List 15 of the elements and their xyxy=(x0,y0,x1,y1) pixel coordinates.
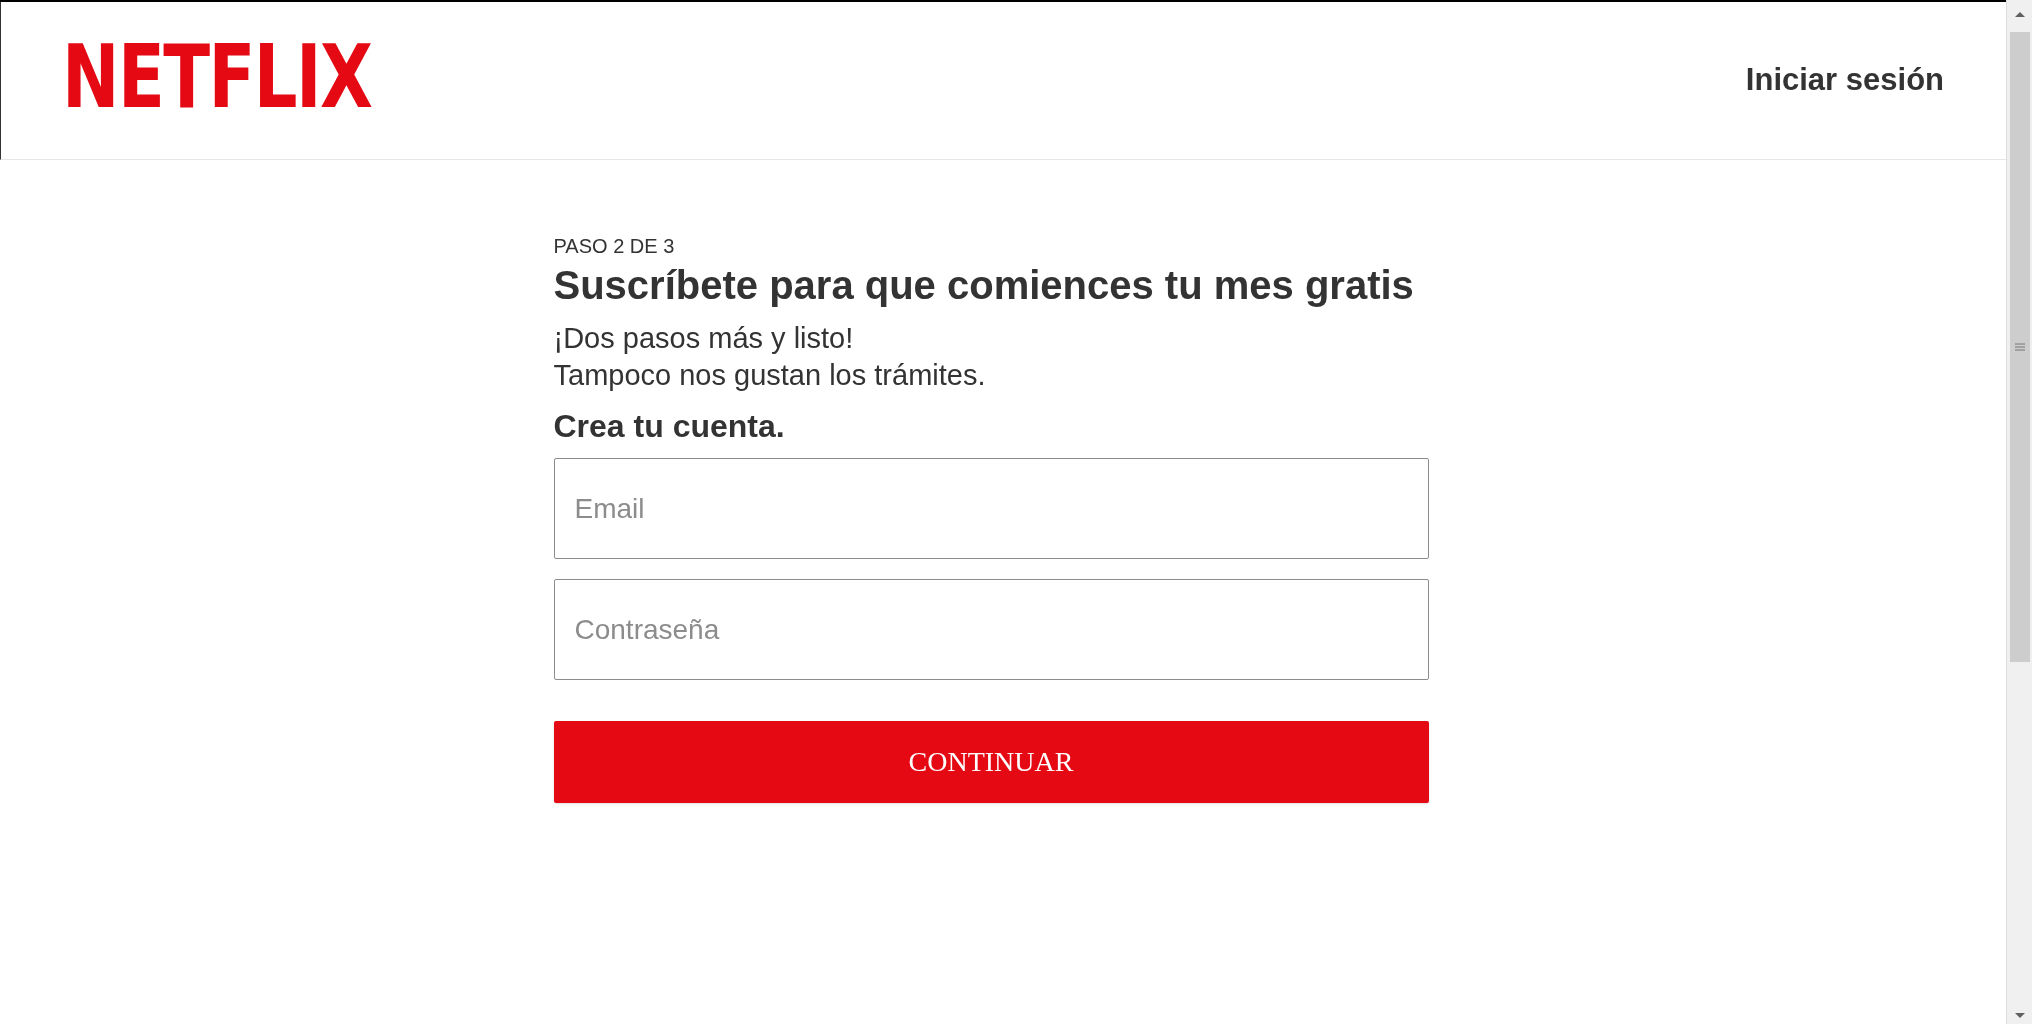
scrollbar-thumb[interactable] xyxy=(2009,32,2030,662)
continue-button[interactable]: CONTINUAR xyxy=(553,721,1429,803)
logo[interactable]: NETFLIX xyxy=(62,32,372,121)
step-indicator: PASO 2 DE 3 xyxy=(553,234,676,258)
subtitle-text: ¡Dos pasos más y listo! xyxy=(553,321,855,356)
input-field[interactable]: Contraseña xyxy=(553,579,1429,680)
scrollbar[interactable] xyxy=(2006,0,2032,1024)
sign-in-link[interactable]: Iniciar sesión xyxy=(1745,57,1944,104)
scroll-up-icon[interactable] xyxy=(2013,10,2026,18)
subtitle-text: Tampoco nos gustan los trámites. xyxy=(553,358,987,393)
grip-icon xyxy=(2014,343,2025,351)
form-heading: Crea tu cuenta. xyxy=(553,407,786,446)
page-heading: Suscríbete para que comiences tu mes gratis xyxy=(553,262,1415,308)
scroll-down-icon[interactable] xyxy=(2013,1012,2026,1020)
input-field[interactable]: Email xyxy=(553,458,1429,559)
